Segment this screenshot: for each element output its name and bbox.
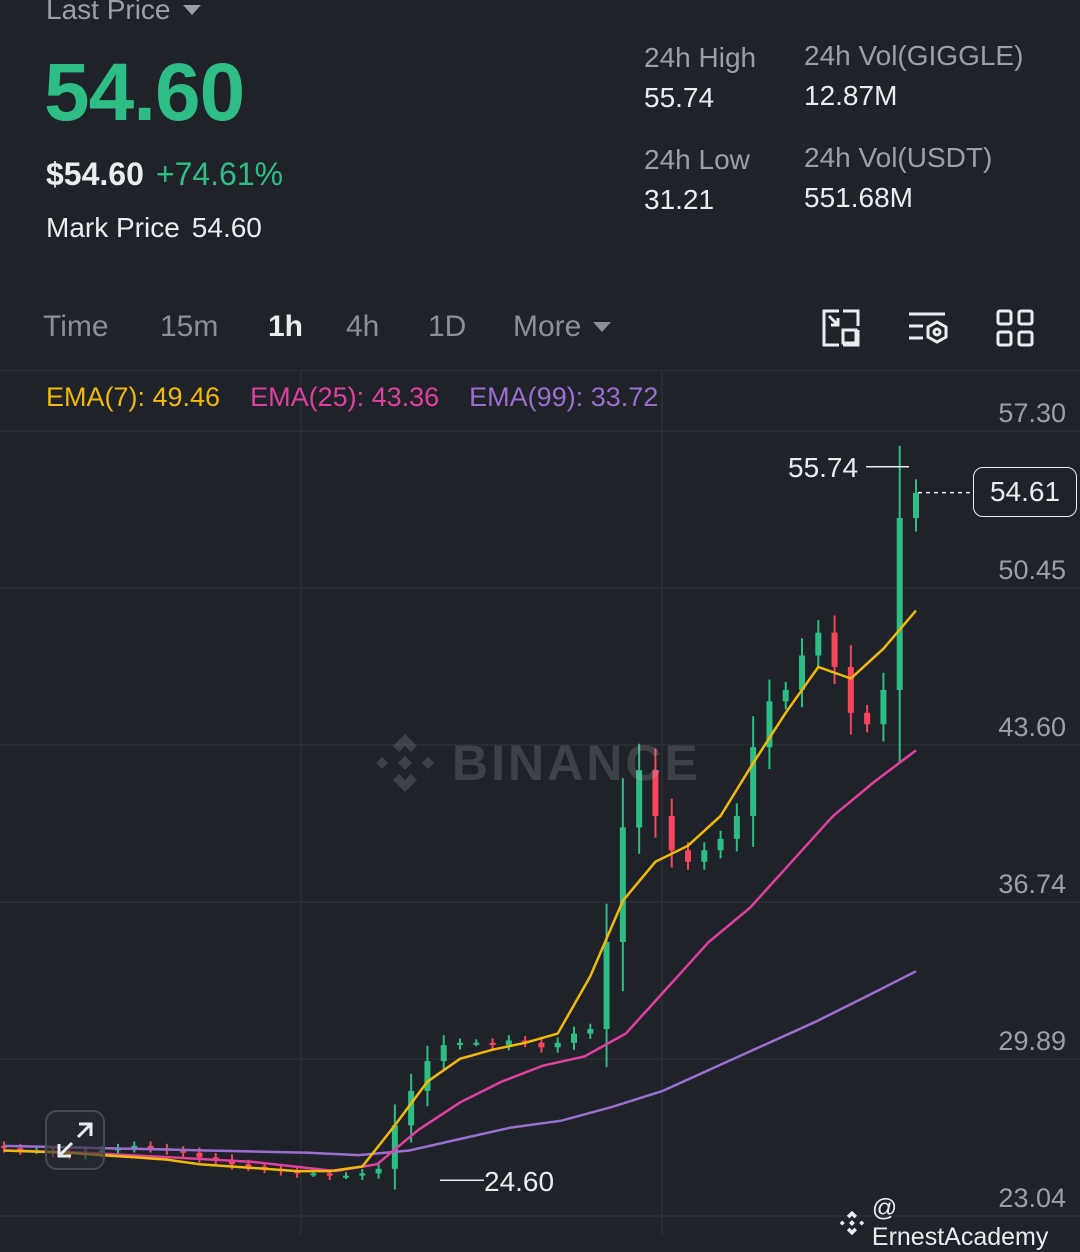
candle-body [554,1042,561,1048]
candle-body [913,492,919,519]
tab-15m[interactable]: 15m [160,310,218,344]
candle-body [717,838,724,851]
y-tick-label: 29.89 [998,1026,1066,1056]
high-marker-label: 55.74 [788,452,859,483]
candle-body [489,1042,496,1046]
candle-body [815,632,822,656]
last-price-selector[interactable]: Last Price [46,0,201,26]
high-value: 55.74 [644,82,715,113]
y-tick-label: 50.45 [998,555,1066,585]
timeframe-tabs: Time 15m 1h 4h 1D More [0,300,1080,360]
candle-body [310,1173,317,1176]
caret-down-icon [593,322,612,332]
vol-quote-label: 24h Vol(USDT) [804,142,993,173]
candle-body [245,1164,252,1167]
ema99-line [3,970,917,1157]
y-tick-label: 36.74 [998,869,1066,899]
indicator-icon[interactable] [907,308,948,348]
vol-base-label: 24h Vol(GIGGLE) [804,40,1024,71]
usd-price-row: $54.60 +74.61% [46,156,283,193]
fullscreen-button[interactable] [45,1110,105,1170]
ema99-label: EMA(99): 33.72 [469,382,659,412]
ema-legend: EMA(7): 49.46 EMA(25): 43.36 EMA(99): 33… [46,382,658,413]
candle-body [896,518,903,690]
candle-body [619,827,626,942]
credit-text: @ ErnestAcademy [871,1194,1049,1251]
candle-body [782,689,789,702]
tab-1h[interactable]: 1h [268,310,303,344]
ema7-label: EMA(7): 49.46 [46,382,221,412]
candle-body [196,1152,203,1158]
tab-more-label: More [513,310,582,343]
candle-body [668,815,675,851]
caret-down-icon [182,5,201,15]
y-tick-label: 57.30 [998,398,1066,428]
candle-body [359,1173,366,1176]
watermark-text: BINANCE [452,735,701,791]
candle-body [440,1045,447,1062]
candle-body [831,632,838,668]
low-value: 31.21 [644,184,715,215]
ema7-line [3,609,917,1173]
vol-base-value: 12.87M [804,80,898,111]
current-price-tag: 54.61 [973,467,1077,517]
candle-body [701,850,708,862]
low-marker-label: 24.60 [484,1166,555,1197]
tab-4h[interactable]: 4h [346,310,379,344]
ema25-label: EMA(25): 43.36 [250,382,440,412]
candle-body [457,1042,463,1046]
tab-more[interactable]: More [513,310,612,344]
candle-body [750,747,757,816]
layout-grid-icon[interactable] [995,308,1035,348]
expand-arrows-icon [57,1122,93,1158]
low-label: 24h Low [644,144,750,175]
tab-1d[interactable]: 1D [428,310,466,344]
tab-time[interactable]: Time [43,310,109,344]
candle-body [603,941,610,1030]
vol-quote-value: 551.68M [804,182,913,213]
last-price-label: Last Price [46,0,171,25]
binance-logo-icon [376,734,434,792]
chart-settings-icon[interactable] [821,308,861,348]
candle-body [880,689,887,725]
change-percent: +74.61% [155,156,284,192]
candle-body [571,1033,577,1043]
mark-price-label: Mark Price [46,212,180,243]
candle-body [505,1040,512,1046]
binance-watermark: BINANCE [372,730,701,796]
credit: @ ErnestAcademy [838,1194,1080,1252]
y-tick-label: 43.60 [998,712,1066,742]
candle-body [847,667,854,713]
candle-body [799,655,805,690]
candle-body [343,1175,349,1178]
usd-price: $54.60 [46,156,144,192]
candle-body [685,850,691,862]
candle-body [473,1042,480,1045]
high-label: 24h High [644,42,757,73]
candle-body [864,712,871,725]
mark-price-row: Mark Price 54.60 [46,212,262,244]
last-price-value: 54.60 [44,47,245,138]
candle-body [538,1042,545,1048]
candle-body [587,1029,594,1034]
binance-logo-icon [839,1210,865,1236]
price-chart[interactable] [0,371,1080,1235]
candle-body [326,1173,333,1176]
ema25-line [3,749,917,1173]
candle-body [147,1145,154,1149]
mark-price-value: 54.60 [191,212,262,243]
candle-body [375,1168,382,1174]
candle-body [733,815,740,839]
